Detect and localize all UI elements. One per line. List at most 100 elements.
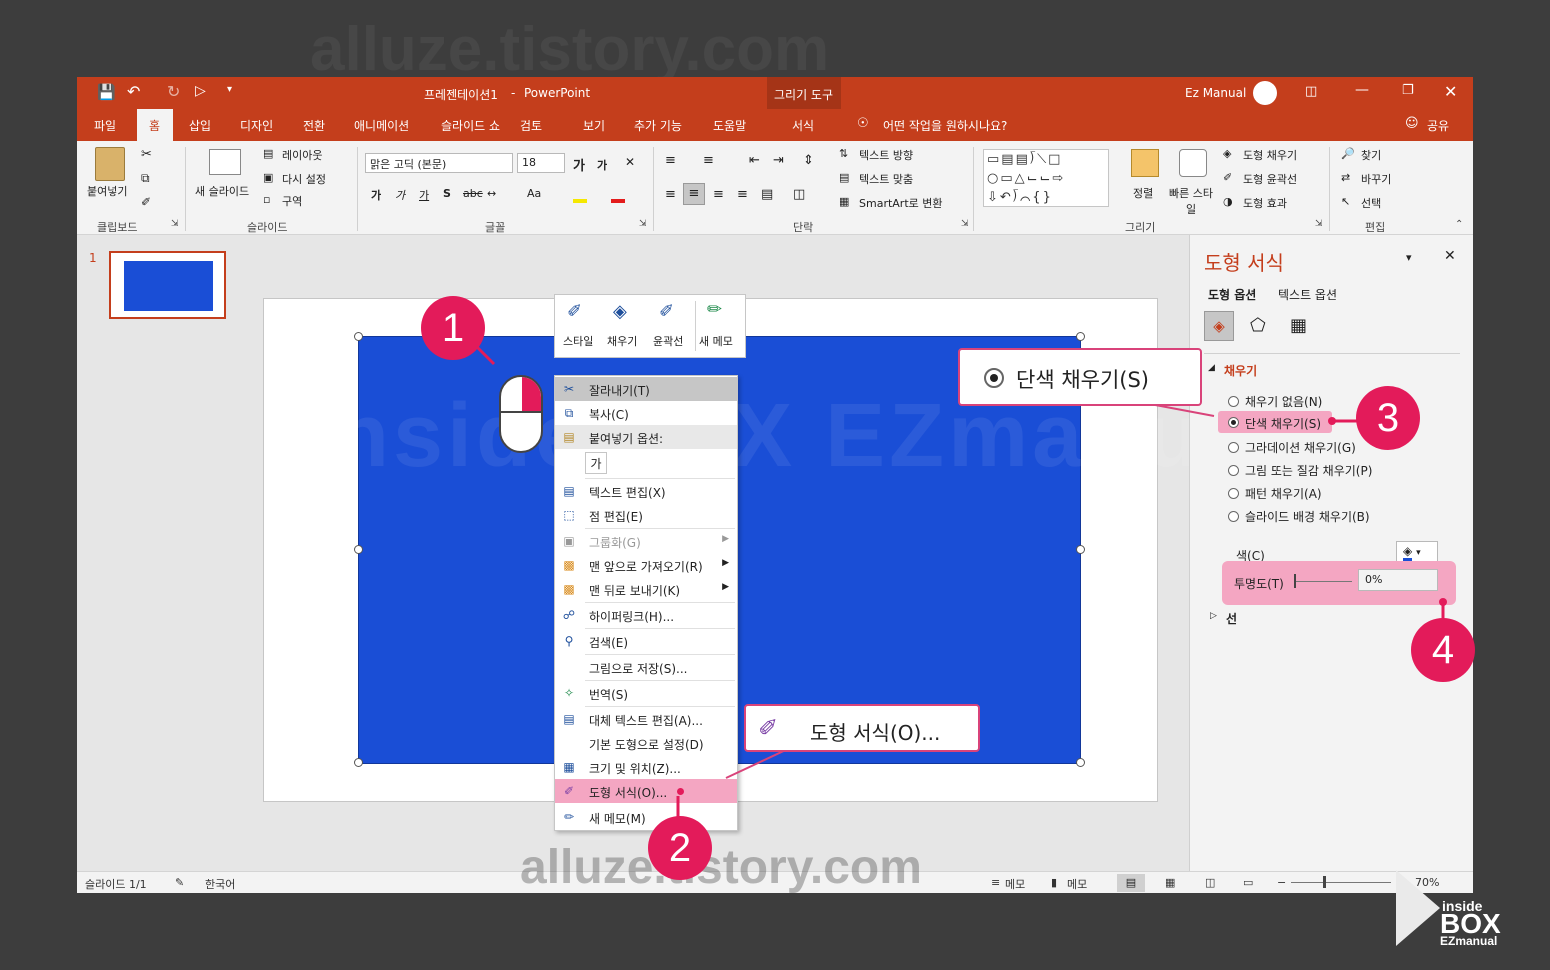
zoom-slider[interactable]: [1291, 882, 1391, 883]
font-size-box[interactable]: 18: [517, 153, 565, 173]
undo-icon[interactable]: ↶: [127, 82, 140, 101]
slideshow-start-icon[interactable]: ▷: [195, 83, 206, 99]
transparency-slider[interactable]: [1294, 581, 1352, 582]
style-icon[interactable]: ✐: [567, 301, 582, 322]
strikethrough-icon[interactable]: abc: [463, 187, 483, 200]
shadow-icon[interactable]: S: [443, 187, 451, 200]
line-section-header[interactable]: 선: [1226, 610, 1237, 627]
tab-format[interactable]: 서식: [792, 117, 814, 134]
menu-item-send-back[interactable]: ▩ 맨 뒤로 보내기(K) ▶: [555, 577, 737, 601]
menu-item-group[interactable]: ▣ 그룹화(G) ▶: [555, 529, 737, 553]
font-name-box[interactable]: 맑은 고딕 (본문): [365, 153, 513, 173]
format-painter-icon[interactable]: ✐: [141, 195, 151, 209]
columns-icon[interactable]: ◫: [793, 187, 805, 202]
radio-background-fill[interactable]: [1228, 511, 1239, 522]
shape-fill-button[interactable]: 도형 채우기: [1243, 147, 1297, 163]
option-picture-fill[interactable]: 그림 또는 질감 채우기(P): [1245, 462, 1372, 479]
ribbon-display-icon[interactable]: ◫: [1305, 84, 1317, 99]
font-shrink-icon[interactable]: 가: [597, 157, 607, 173]
layout-button[interactable]: 레이아웃: [282, 147, 322, 163]
tab-addins[interactable]: 추가 기능: [634, 117, 682, 134]
drawing-launcher-icon[interactable]: ⇲: [1315, 219, 1323, 229]
minimize-icon[interactable]: —: [1355, 82, 1369, 98]
tab-view[interactable]: 보기: [583, 117, 605, 134]
mini-outline-button[interactable]: 윤곽선: [653, 333, 683, 349]
option-pattern-fill[interactable]: 패턴 채우기(A): [1245, 485, 1322, 502]
smartart-button[interactable]: SmartArt로 변환: [859, 195, 943, 211]
paste-option-keep-text[interactable]: 가: [585, 452, 607, 474]
radio-picture-fill[interactable]: [1228, 465, 1239, 476]
comment-icon[interactable]: ✏: [707, 299, 722, 320]
tab-transitions[interactable]: 전환: [303, 117, 325, 134]
save-icon[interactable]: 💾: [97, 83, 116, 101]
zoom-slider-thumb[interactable]: [1323, 876, 1326, 888]
new-slide-icon[interactable]: [209, 149, 241, 175]
share-button[interactable]: 공유: [1427, 117, 1449, 134]
transparency-slider-thumb[interactable]: [1294, 574, 1296, 588]
outline-icon[interactable]: ✐: [659, 301, 674, 322]
clipboard-launcher-icon[interactable]: ⇲: [171, 219, 179, 229]
replace-button[interactable]: 바꾸기: [1361, 171, 1391, 187]
find-button[interactable]: 찾기: [1361, 147, 1381, 163]
qat-more-icon[interactable]: ▾: [227, 84, 232, 95]
option-no-fill[interactable]: 채우기 없음(N): [1245, 393, 1322, 410]
fill-line-icon[interactable]: ◈: [1204, 311, 1234, 341]
radio-no-fill[interactable]: [1228, 396, 1239, 407]
radio-gradient-fill[interactable]: [1228, 442, 1239, 453]
menu-item-bring-front[interactable]: ▩ 맨 앞으로 가져오기(R) ▶: [555, 553, 737, 577]
numbering-icon[interactable]: ≡: [703, 153, 714, 168]
transparency-input[interactable]: 0%: [1358, 569, 1438, 591]
tab-insert[interactable]: 삽입: [189, 117, 211, 134]
pane-options-icon[interactable]: ▾: [1406, 251, 1412, 264]
redo-icon[interactable]: ↻: [167, 82, 180, 101]
spellcheck-icon[interactable]: ✎: [175, 876, 184, 889]
menu-item-hyperlink[interactable]: ☍ 하이퍼링크(H)...: [555, 603, 737, 627]
align-text-button[interactable]: 텍스트 맞춤: [859, 171, 913, 187]
normal-view-icon[interactable]: ▤: [1117, 874, 1145, 892]
effects-icon[interactable]: ⬠: [1250, 315, 1266, 336]
close-icon[interactable]: ✕: [1444, 82, 1457, 101]
font-grow-icon[interactable]: 가: [573, 155, 585, 174]
tab-help[interactable]: 도움말: [713, 117, 746, 134]
paste-icon[interactable]: [95, 147, 125, 181]
mini-style-button[interactable]: 스타일: [563, 333, 593, 349]
shape-outline-button[interactable]: 도형 윤곽선: [1243, 171, 1297, 187]
line-expand-icon[interactable]: ▷: [1210, 611, 1217, 621]
decrease-indent-icon[interactable]: ⇤: [749, 153, 760, 168]
mini-fill-button[interactable]: 채우기: [607, 333, 637, 349]
menu-item-set-default[interactable]: 기본 도형으로 설정(D): [555, 731, 737, 755]
collapse-ribbon-icon[interactable]: ⌃: [1455, 219, 1463, 230]
select-button[interactable]: 선택: [1361, 195, 1381, 211]
quick-styles-button[interactable]: 빠른 스타일: [1167, 185, 1215, 217]
restore-icon[interactable]: ❐: [1402, 83, 1414, 98]
shape-effects-button[interactable]: 도형 효과: [1243, 195, 1287, 211]
radio-solid-fill[interactable]: [1228, 417, 1239, 428]
menu-item-size-position[interactable]: ▦ 크기 및 위치(Z)...: [555, 755, 737, 779]
distributed-icon[interactable]: ▤: [761, 187, 773, 202]
resize-handle[interactable]: [1076, 332, 1085, 341]
mini-comment-button[interactable]: 새 메모: [699, 333, 733, 349]
bold-icon[interactable]: 가: [371, 187, 381, 203]
increase-indent-icon[interactable]: ⇥: [773, 153, 784, 168]
line-spacing-icon[interactable]: ⇕: [803, 153, 814, 168]
tab-slideshow[interactable]: 슬라이드 쇼: [441, 117, 500, 134]
option-solid-fill[interactable]: 단색 채우기(S): [1245, 415, 1321, 432]
bullets-icon[interactable]: ≡: [665, 153, 676, 168]
comments-button[interactable]: 메모: [1067, 876, 1087, 892]
align-left-icon[interactable]: ≡: [665, 187, 676, 202]
slide-sorter-icon[interactable]: ▦: [1165, 876, 1175, 889]
tab-file[interactable]: 파일: [94, 117, 116, 134]
fill-expand-icon[interactable]: ◢: [1208, 363, 1215, 373]
highlight-color-icon[interactable]: [573, 189, 587, 203]
option-gradient-fill[interactable]: 그라데이션 채우기(G): [1245, 439, 1356, 456]
size-properties-icon[interactable]: ▦: [1290, 315, 1307, 336]
arrange-button[interactable]: 정렬: [1133, 185, 1153, 201]
section-button[interactable]: 구역: [282, 193, 302, 209]
language[interactable]: 한국어: [205, 876, 235, 892]
tab-review[interactable]: 검토: [520, 117, 542, 134]
menu-item-copy[interactable]: ⧉ 복사(C): [555, 401, 737, 425]
radio-pattern-fill[interactable]: [1228, 488, 1239, 499]
new-slide-button[interactable]: 새 슬라이드: [195, 183, 249, 199]
reset-button[interactable]: 다시 설정: [282, 171, 326, 187]
notes-button[interactable]: 메모: [1005, 876, 1025, 892]
